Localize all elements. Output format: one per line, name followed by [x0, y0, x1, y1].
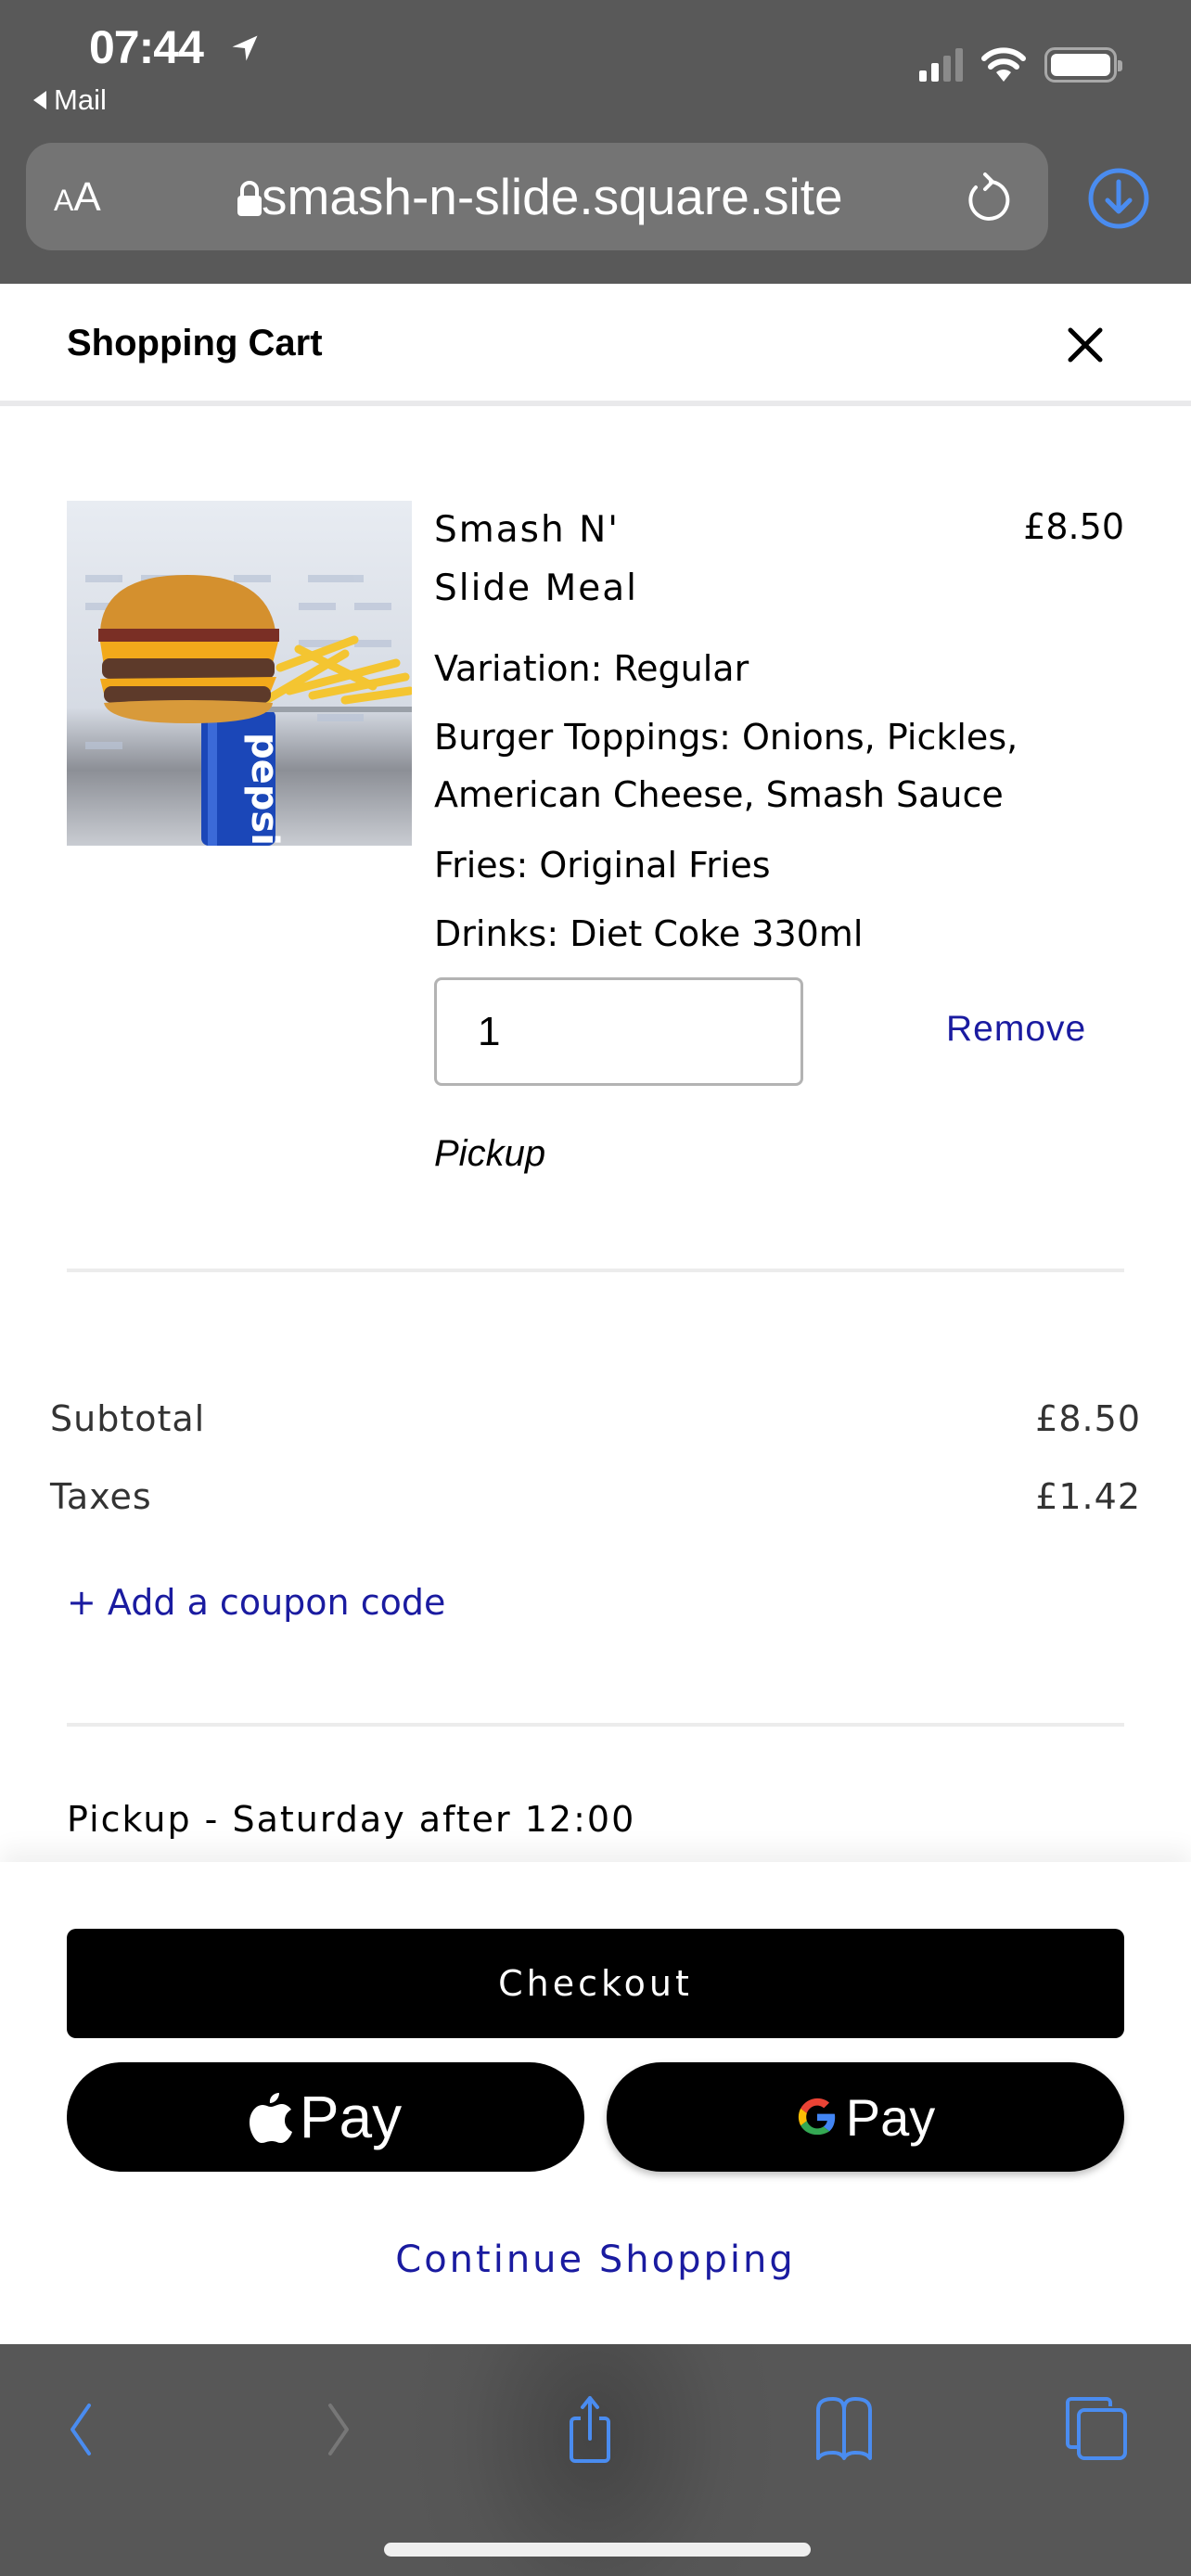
product-image: pepsi: [67, 501, 412, 846]
downloads-icon[interactable]: [1087, 167, 1150, 230]
item-toppings: Burger Toppings: Onions, Pickles, Americ…: [434, 717, 1018, 815]
cellular-signal-icon: [919, 48, 963, 82]
lock-icon: [237, 181, 262, 216]
share-icon: [570, 2396, 610, 2463]
pickup-time: Pickup - Saturday after 12:00: [67, 1799, 636, 1840]
back-to-app-link[interactable]: Mail: [33, 83, 107, 117]
item-drink: Drinks: Diet Coke 330ml: [434, 913, 864, 954]
back-app-label: Mail: [54, 83, 107, 116]
tabs-icon: [1066, 2397, 1127, 2460]
address-bar[interactable]: AA smash-n-slide.square.site: [26, 143, 1048, 250]
subtotal-value: £8.50: [1035, 1398, 1141, 1439]
chevron-right-icon: [328, 2404, 349, 2455]
item-name: Smash N' Slide Meal: [434, 509, 638, 609]
location-arrow-icon: [232, 35, 258, 61]
item-price: £8.50: [1023, 506, 1124, 547]
add-coupon-link[interactable]: + Add a coupon code: [67, 1582, 445, 1623]
apple-pay-button[interactable]: Pay: [67, 2062, 584, 2172]
text-size-button[interactable]: AA: [54, 174, 101, 221]
home-indicator[interactable]: [384, 2543, 811, 2557]
google-logo-icon: [798, 2098, 835, 2136]
continue-shopping-link[interactable]: Continue Shopping: [0, 2238, 1191, 2281]
taxes-row: Taxes £1.42: [50, 1476, 1141, 1517]
remove-item-link[interactable]: Remove: [946, 1009, 1086, 1050]
taxes-label: Taxes: [50, 1476, 152, 1517]
apple-pay-label: Pay: [299, 2084, 403, 2150]
google-pay-label: Pay: [845, 2087, 936, 2147]
battery-icon: [1044, 47, 1122, 83]
back-triangle-icon: [33, 91, 46, 109]
subtotal-row: Subtotal £8.50: [50, 1398, 1141, 1439]
cart-actions-footer: Checkout Pay Pay Continue Shopping: [0, 1862, 1191, 2344]
divider: [67, 1723, 1124, 1727]
quantity-input[interactable]: [434, 977, 803, 1086]
bookmarks-book-icon: [816, 2397, 872, 2460]
back-button[interactable]: [43, 2392, 117, 2467]
page-title: Shopping Cart: [67, 323, 323, 363]
chevron-left-icon: [70, 2404, 91, 2455]
item-variation: Variation: Regular: [434, 648, 749, 689]
taxes-value: £1.42: [1035, 1476, 1141, 1517]
url-text: smash-n-slide.square.site: [262, 168, 843, 225]
svg-text:pepsi: pepsi: [243, 733, 286, 846]
status-time: 07:44: [89, 21, 204, 73]
apple-logo-icon: [249, 2093, 292, 2143]
subtotal-label: Subtotal: [50, 1398, 206, 1439]
item-fries: Fries: Original Fries: [434, 845, 771, 886]
fulfillment-method: Pickup: [434, 1133, 546, 1174]
bookmarks-button[interactable]: [807, 2392, 881, 2467]
status-icons: [919, 46, 1122, 83]
divider: [67, 1269, 1124, 1272]
share-button[interactable]: [553, 2392, 627, 2467]
cart-header: Shopping Cart: [0, 284, 1191, 406]
wifi-icon: [981, 47, 1026, 82]
close-icon[interactable]: [1065, 325, 1106, 365]
forward-button[interactable]: [302, 2392, 377, 2467]
browser-top-chrome: 07:44 Mail AA smash-n-slide.square.site: [0, 0, 1191, 284]
browser-bottom-toolbar: [0, 2344, 1191, 2576]
google-pay-button[interactable]: Pay: [607, 2062, 1124, 2172]
tabs-button[interactable]: [1059, 2392, 1133, 2467]
checkout-button[interactable]: Checkout: [67, 1929, 1124, 2038]
reload-icon[interactable]: [963, 172, 1011, 224]
